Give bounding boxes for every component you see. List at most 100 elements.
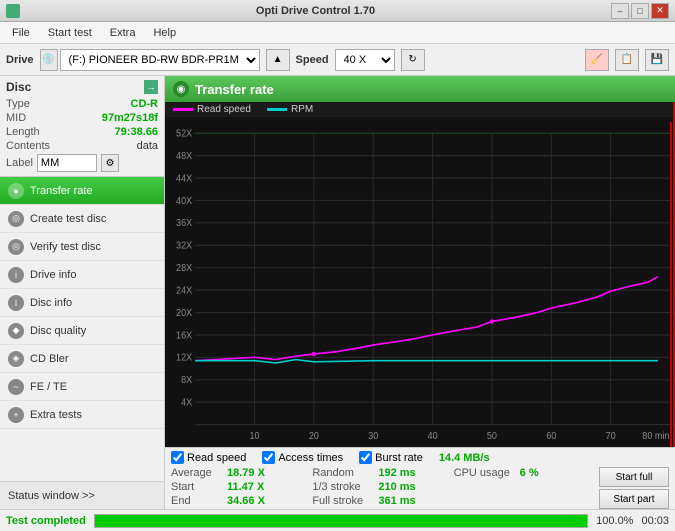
fe-te-icon: ~ (8, 379, 24, 395)
svg-text:32X: 32X (176, 240, 193, 252)
average-label: Average (171, 467, 223, 479)
burst-rate-checkbox-label[interactable]: Burst rate (359, 451, 423, 464)
full-stroke-label: Full stroke (312, 495, 374, 507)
chart-header: ◉ Transfer rate (165, 76, 675, 102)
svg-text:8X: 8X (181, 375, 193, 387)
create-test-icon: ◎ (8, 211, 24, 227)
access-times-checkbox-label[interactable]: Access times (262, 451, 343, 464)
random-value: 192 ms (378, 467, 415, 479)
menu-extra[interactable]: Extra (102, 25, 144, 41)
extra-tests-icon: + (8, 407, 24, 423)
menu-help[interactable]: Help (145, 25, 184, 41)
verify-test-icon: ◎ (8, 239, 24, 255)
svg-text:10: 10 (249, 431, 259, 443)
length-label: Length (6, 126, 40, 138)
cd-bler-icon: ◈ (8, 351, 24, 367)
chart-title: Transfer rate (195, 82, 274, 97)
progress-bar-inner (95, 515, 587, 527)
disc-arrow-button[interactable]: → (144, 80, 158, 94)
speed-label: Speed (296, 54, 329, 66)
label-label: Label (6, 157, 33, 169)
label-settings-icon[interactable]: ⚙ (101, 154, 119, 172)
end-label: End (171, 495, 223, 507)
svg-text:44X: 44X (176, 173, 193, 185)
label-input[interactable] (37, 154, 97, 172)
type-label: Type (6, 98, 30, 110)
average-value: 18.79 X (227, 467, 265, 479)
mid-label: MID (6, 112, 26, 124)
read-speed-checkbox[interactable] (171, 451, 184, 464)
nav-extra-tests[interactable]: + Extra tests (0, 401, 164, 429)
svg-text:60: 60 (546, 431, 556, 443)
svg-text:4X: 4X (181, 397, 193, 409)
clear-button[interactable]: 🧹 (585, 49, 609, 71)
nav-cd-bler[interactable]: ◈ CD Bler (0, 345, 164, 373)
svg-text:40X: 40X (176, 195, 193, 207)
start-full-button[interactable]: Start full (599, 467, 669, 487)
chart-icon: ◉ (173, 81, 189, 97)
nav-verify-test-disc[interactable]: ◎ Verify test disc (0, 233, 164, 261)
minimize-button[interactable]: – (611, 3, 629, 19)
copy-button[interactable]: 📋 (615, 49, 639, 71)
legend-read-speed: Read speed (173, 104, 251, 115)
app-icon (6, 4, 20, 18)
access-times-checkbox[interactable] (262, 451, 275, 464)
progress-time: 00:03 (641, 515, 669, 527)
nav-transfer-rate[interactable]: ● Transfer rate (0, 177, 164, 205)
progress-label: Test completed (6, 515, 86, 527)
svg-text:28X: 28X (176, 263, 193, 275)
svg-text:50: 50 (487, 431, 497, 443)
svg-text:36X: 36X (176, 218, 193, 230)
svg-text:80 min: 80 min (642, 431, 669, 443)
cpu-usage-label: CPU usage (454, 467, 516, 479)
drive-info-icon: i (8, 267, 24, 283)
drive-label: Drive (6, 54, 34, 66)
disc-info-icon: i (8, 295, 24, 311)
nav-create-test-disc[interactable]: ◎ Create test disc (0, 205, 164, 233)
start-value: 11.47 X (227, 481, 264, 493)
nav-list: ● Transfer rate ◎ Create test disc ◎ Ver… (0, 177, 164, 481)
progress-percent: 100.0% (596, 515, 633, 527)
chart-svg: 52X 48X 44X 40X 36X 32X 28X 24X 20X 16X … (165, 122, 673, 447)
read-speed-checkbox-label[interactable]: Read speed (171, 451, 246, 464)
refresh-button[interactable]: ↻ (401, 49, 425, 71)
svg-text:12X: 12X (176, 352, 193, 364)
window-title: Opti Drive Control 1.70 (20, 5, 611, 17)
eject-button[interactable]: ▲ (266, 49, 290, 71)
svg-text:48X: 48X (176, 151, 193, 163)
bottom-bar: Test completed 100.0% 00:03 (0, 509, 675, 531)
maximize-button[interactable]: □ (631, 3, 649, 19)
nav-drive-info[interactable]: i Drive info (0, 261, 164, 289)
svg-text:70: 70 (606, 431, 616, 443)
mid-value: 97m27s18f (102, 112, 158, 124)
contents-value: data (137, 140, 158, 152)
toolbar: Drive 💿 (F:) PIONEER BD-RW BDR-PR1M 1.65… (0, 44, 675, 76)
save-button[interactable]: 💾 (645, 49, 669, 71)
drive-select[interactable]: (F:) PIONEER BD-RW BDR-PR1M 1.65 (60, 49, 260, 71)
menu-file[interactable]: File (4, 25, 38, 41)
drive-icon: 💿 (40, 49, 58, 71)
svg-text:16X: 16X (176, 330, 193, 342)
status-window-button[interactable]: Status window >> (0, 481, 164, 509)
menu-bar: File Start test Extra Help (0, 22, 675, 44)
cpu-usage-value: 6 % (520, 467, 539, 479)
burst-rate-checkbox[interactable] (359, 451, 372, 464)
disc-quality-icon: ◆ (8, 323, 24, 339)
nav-disc-quality[interactable]: ◆ Disc quality (0, 317, 164, 345)
length-value: 79:38.66 (115, 126, 158, 138)
menu-start-test[interactable]: Start test (40, 25, 100, 41)
start-part-button[interactable]: Start part (599, 489, 669, 509)
nav-disc-info[interactable]: i Disc info (0, 289, 164, 317)
svg-text:20X: 20X (176, 307, 193, 319)
random-label: Random (312, 467, 374, 479)
end-value: 34.66 X (227, 495, 265, 507)
contents-label: Contents (6, 140, 50, 152)
nav-fe-te[interactable]: ~ FE / TE (0, 373, 164, 401)
progress-bar-outer (94, 514, 588, 528)
svg-text:24X: 24X (176, 285, 193, 297)
speed-select[interactable]: 40 X (335, 49, 395, 71)
legend-read-speed-color (173, 108, 193, 111)
svg-text:40: 40 (428, 431, 438, 443)
svg-text:20: 20 (309, 431, 319, 443)
close-button[interactable]: ✕ (651, 3, 669, 19)
